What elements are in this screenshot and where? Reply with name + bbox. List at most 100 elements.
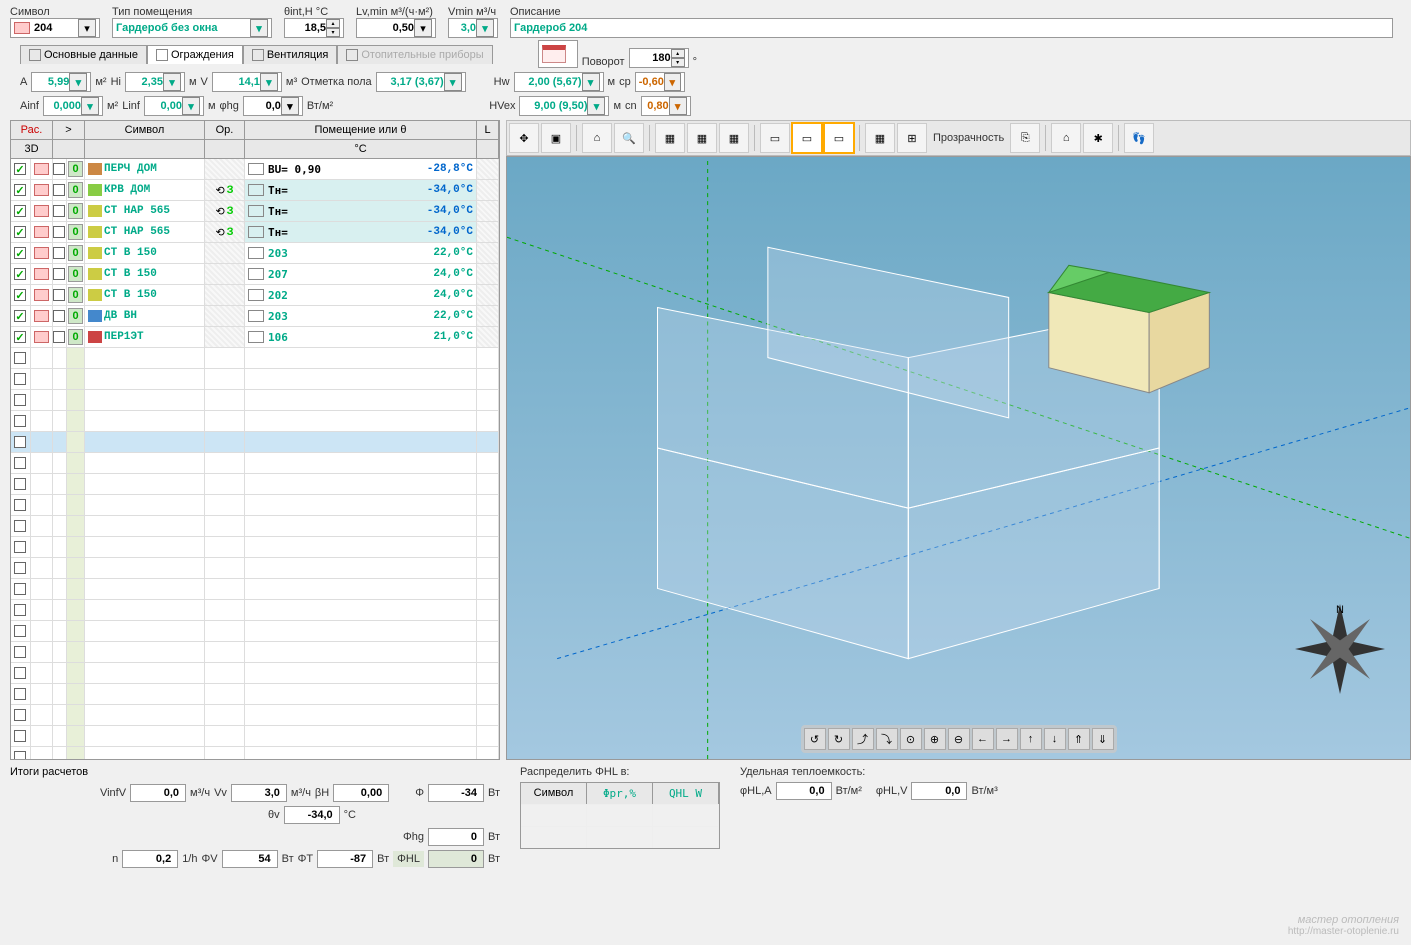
- row-checkbox[interactable]: [14, 730, 26, 742]
- house-color-icon[interactable]: ⌂: [1051, 123, 1081, 153]
- row-checkbox2[interactable]: [53, 247, 65, 259]
- col-room[interactable]: Помещение или θ: [245, 121, 477, 139]
- vmin-dropdown[interactable]: ▾: [476, 19, 494, 37]
- table-row-empty[interactable]: [11, 579, 499, 600]
- row-checkbox[interactable]: [14, 751, 26, 759]
- nav-right[interactable]: →: [996, 728, 1018, 750]
- table-row[interactable]: 0 СТ В 150 20724,0°C: [11, 264, 499, 285]
- row-checkbox2[interactable]: [53, 310, 65, 322]
- row-checkbox[interactable]: [14, 604, 26, 616]
- row-checkbox[interactable]: [14, 583, 26, 595]
- row-checkbox[interactable]: [14, 436, 26, 448]
- table-row[interactable]: 0 ПЕР1ЭТ 10621,0°C: [11, 327, 499, 348]
- table-row-empty[interactable]: [11, 369, 499, 390]
- row-checkbox[interactable]: [14, 646, 26, 658]
- table-row-empty[interactable]: [11, 747, 499, 759]
- row-checkbox2[interactable]: [53, 268, 65, 280]
- table-row-empty[interactable]: [11, 621, 499, 642]
- nav-pan-right[interactable]: ↻: [828, 728, 850, 750]
- table-row-empty[interactable]: [11, 432, 499, 453]
- nav-zoom-in[interactable]: ⊕: [924, 728, 946, 750]
- 3d-viewport[interactable]: N ↺ ↻ ⤴ ⤵ ⊙ ⊕ ⊖ ← → ↑ ↓ ⇑ ⇓: [506, 156, 1411, 760]
- table-row-empty[interactable]: [11, 348, 499, 369]
- row-checkbox[interactable]: [14, 373, 26, 385]
- lvmin-input[interactable]: 0,50 ▾: [356, 18, 436, 38]
- table-row-empty[interactable]: [11, 453, 499, 474]
- A-input[interactable]: 5,99▾: [31, 72, 91, 92]
- row-checkbox[interactable]: [14, 352, 26, 364]
- row-checkbox[interactable]: [14, 688, 26, 700]
- tab-ventilation[interactable]: Вентиляция: [243, 45, 338, 64]
- rotation-input[interactable]: 180 ▴▾: [629, 48, 689, 68]
- table-row[interactable]: 0 СТ В 150 20322,0°C: [11, 243, 499, 264]
- atom-icon[interactable]: ✱: [1083, 123, 1113, 153]
- house-icon-box[interactable]: [538, 40, 578, 68]
- row-checkbox[interactable]: [14, 709, 26, 721]
- nav-lower[interactable]: ⇓: [1092, 728, 1114, 750]
- table-row-empty[interactable]: [11, 558, 499, 579]
- nav-pan-left[interactable]: ↺: [804, 728, 826, 750]
- col-gt[interactable]: >: [53, 121, 85, 139]
- row-checkbox2[interactable]: [53, 163, 65, 175]
- table-row-empty[interactable]: [11, 705, 499, 726]
- table-row-empty[interactable]: [11, 642, 499, 663]
- row-checkbox[interactable]: [14, 457, 26, 469]
- vmin-input[interactable]: 3,0 ▾: [448, 18, 498, 38]
- row-checkbox[interactable]: [14, 499, 26, 511]
- table-row[interactable]: 0 ДВ ВН 20322,0°C: [11, 306, 499, 327]
- nav-left[interactable]: ←: [972, 728, 994, 750]
- row-checkbox[interactable]: [14, 520, 26, 532]
- row-checkbox2[interactable]: [53, 289, 65, 301]
- col-3d[interactable]: 3D: [11, 140, 53, 158]
- row-checkbox[interactable]: [14, 310, 26, 322]
- Hi-input[interactable]: 2,35▾: [125, 72, 185, 92]
- foot-icon[interactable]: 👣: [1124, 123, 1154, 153]
- symbol-input[interactable]: 204 ▾: [10, 18, 100, 38]
- row-checkbox[interactable]: [14, 478, 26, 490]
- row-checkbox[interactable]: [14, 226, 26, 238]
- view1-icon[interactable]: ▦: [655, 123, 685, 153]
- nav-tilt-down[interactable]: ⤵: [876, 728, 898, 750]
- dist-col-qhl[interactable]: QHL W: [653, 783, 719, 804]
- theta-spinner[interactable]: ▴▾: [326, 19, 340, 37]
- table-row[interactable]: 0 СТ В 150 20224,0°C: [11, 285, 499, 306]
- table-row[interactable]: 0 КРВ ДОМ ⟲З Tн=-34,0°C: [11, 180, 499, 201]
- table-row-empty[interactable]: [11, 474, 499, 495]
- Hw-input[interactable]: 2,00 (5,67)▾: [514, 72, 604, 92]
- col-calc[interactable]: Рас.: [11, 121, 53, 139]
- row-checkbox[interactable]: [14, 205, 26, 217]
- nav-raise[interactable]: ⇑: [1068, 728, 1090, 750]
- view2-icon[interactable]: ▦: [687, 123, 717, 153]
- row-checkbox2[interactable]: [53, 184, 65, 196]
- row-checkbox[interactable]: [14, 394, 26, 406]
- nav-reset[interactable]: ⊙: [900, 728, 922, 750]
- table-row[interactable]: 0 ПЕРЧ ДОМ BU= 0,90-28,8°C: [11, 159, 499, 180]
- row-checkbox[interactable]: [14, 268, 26, 280]
- row-checkbox[interactable]: [14, 562, 26, 574]
- row-checkbox[interactable]: [14, 163, 26, 175]
- Linf-input[interactable]: 0,00▾: [144, 96, 204, 116]
- copy-icon[interactable]: ⎘: [1010, 123, 1040, 153]
- tab-basic[interactable]: Основные данные: [20, 45, 147, 64]
- home-icon[interactable]: ⌂: [582, 123, 612, 153]
- nav-tilt-up[interactable]: ⤴: [852, 728, 874, 750]
- Ainf-input[interactable]: 0,000▾: [43, 96, 103, 116]
- roomtype-dropdown[interactable]: ▾: [250, 19, 268, 37]
- floor3-icon[interactable]: ▭: [824, 123, 854, 153]
- V-input[interactable]: 14,1▾: [212, 72, 282, 92]
- row-checkbox2[interactable]: [53, 205, 65, 217]
- table-row-empty[interactable]: [11, 600, 499, 621]
- col-L[interactable]: L: [477, 121, 499, 139]
- dist-col-symbol[interactable]: Символ: [521, 783, 587, 804]
- arrows-icon[interactable]: ✥: [509, 123, 539, 153]
- HVex-input[interactable]: 9,00 (9,50)▾: [519, 96, 609, 116]
- row-checkbox[interactable]: [14, 541, 26, 553]
- select-icon[interactable]: ▣: [541, 123, 571, 153]
- table-row[interactable]: 0 СТ НАР 565 ⟲З Tн=-34,0°C: [11, 201, 499, 222]
- roomtype-input[interactable]: Гардероб без окна ▾: [112, 18, 272, 38]
- rotation-spinner[interactable]: ▴▾: [671, 49, 685, 67]
- row-checkbox[interactable]: [14, 331, 26, 343]
- floor1-icon[interactable]: ▭: [760, 123, 790, 153]
- table-row-empty[interactable]: [11, 726, 499, 747]
- row-checkbox[interactable]: [14, 247, 26, 259]
